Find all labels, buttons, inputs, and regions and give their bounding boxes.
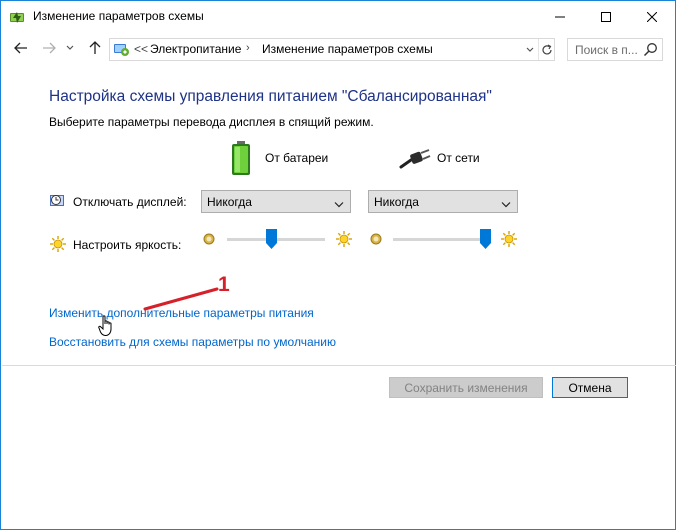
up-button[interactable] [85,38,105,58]
minimize-button[interactable] [537,1,583,32]
minimize-icon [555,16,565,17]
brightness-ac-slider[interactable] [393,229,491,253]
address-dropdown-button[interactable] [522,39,538,60]
display-off-label: Отключать дисплей: [73,195,187,209]
refresh-icon [541,43,552,54]
chevron-down-icon [66,45,74,50]
footer-divider [2,365,676,366]
advanced-settings-link[interactable]: Изменить дополнительные параметры питани… [49,306,314,320]
power-plug-icon [399,149,431,169]
search-input[interactable]: Поиск в п... [575,43,638,57]
search-box[interactable]: Поиск в п... [567,38,663,61]
control-panel-icon [113,41,130,58]
address-overflow[interactable]: << [134,42,148,56]
brightness-high-icon [335,230,353,251]
display-off-ac-select[interactable]: Никогда [368,190,518,213]
window: Изменение параметров схемы << Электропит… [0,0,676,530]
slider-thumb[interactable] [266,229,277,249]
restore-defaults-link[interactable]: Восстановить для схемы параметры по умол… [49,335,336,349]
maximize-icon [601,11,611,22]
search-icon[interactable] [643,42,658,57]
chevron-down-icon [526,47,534,52]
display-off-battery-select[interactable]: Никогда [201,190,351,213]
chevron-down-icon [334,198,344,208]
select-value: Никогда [207,195,252,209]
close-icon [647,11,657,22]
column-battery: От батареи [265,151,329,165]
save-changes-button[interactable]: Сохранить изменения [389,377,543,398]
chevron-down-icon [501,198,511,208]
address-bar[interactable]: << Электропитание › Изменение параметров… [109,38,555,61]
refresh-button[interactable] [538,39,554,60]
display-timer-icon [49,192,67,210]
window-title: Изменение параметров схемы [33,9,204,23]
maximize-button[interactable] [583,1,629,32]
forward-arrow-icon [43,42,56,54]
annotation-number: 1 [218,273,230,296]
cancel-button[interactable]: Отмена [552,377,628,398]
column-ac: От сети [437,151,480,165]
forward-button[interactable] [39,38,59,58]
brightness-low-icon [369,232,383,249]
recent-locations-button[interactable] [63,38,77,58]
back-button[interactable] [11,38,31,58]
up-arrow-icon [89,41,101,54]
brightness-high-icon [500,230,518,251]
page-subtitle: Выберите параметры перевода дисплея в сп… [49,115,374,129]
navigation-bar: << Электропитание › Изменение параметров… [1,32,675,66]
slider-track [393,238,491,241]
back-arrow-icon [14,42,27,54]
breadcrumb-edit-plan[interactable]: Изменение параметров схемы [262,42,433,56]
brightness-icon [49,235,67,253]
breadcrumb-power-options[interactable]: Электропитание [150,42,241,56]
brightness-label: Настроить яркость: [73,238,182,252]
brightness-low-icon [202,232,216,249]
close-button[interactable] [629,1,675,32]
brightness-battery-slider[interactable] [227,229,325,253]
title-bar: Изменение параметров схемы [1,1,675,32]
select-value: Никогда [374,195,419,209]
page-title: Настройка схемы управления питанием "Сба… [49,88,492,105]
slider-thumb[interactable] [480,229,491,249]
breadcrumb-separator-icon: › [246,42,250,54]
power-options-icon [9,9,25,25]
battery-icon [231,140,251,176]
